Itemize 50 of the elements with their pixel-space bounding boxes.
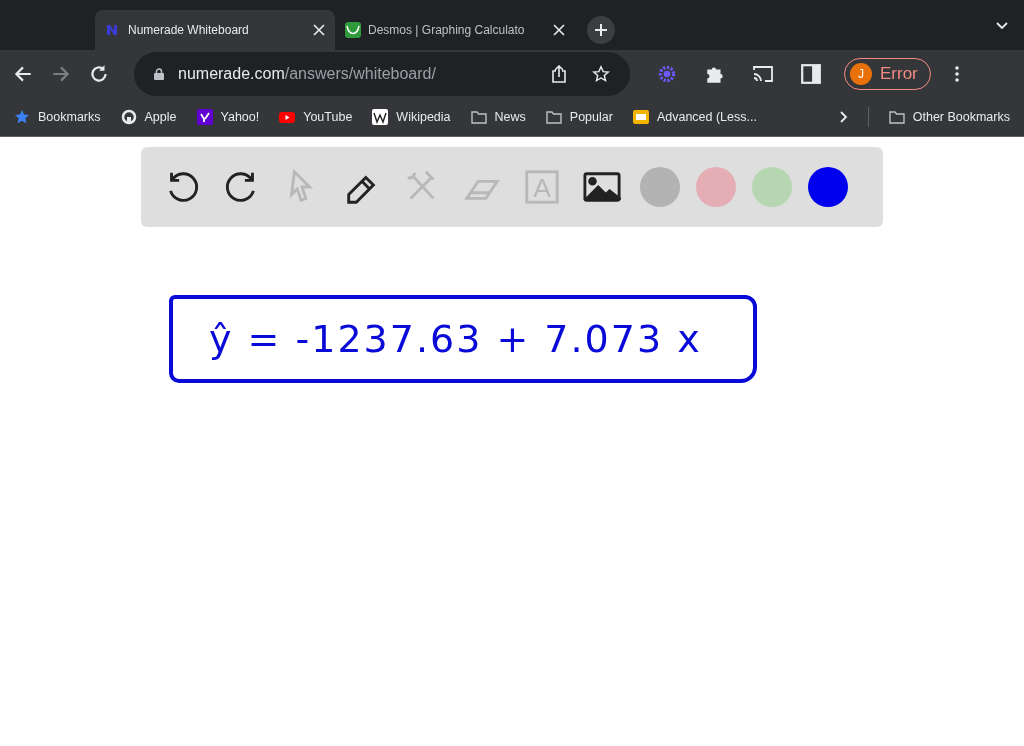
bookmark-label: Other Bookmarks xyxy=(912,109,1010,124)
chevron-down-icon[interactable] xyxy=(996,22,1008,30)
bookmark-label: Bookmarks xyxy=(38,109,101,124)
color-swatch[interactable] xyxy=(808,167,848,207)
bookmark-label: News xyxy=(494,109,526,124)
star-icon xyxy=(14,108,30,125)
folder-icon xyxy=(545,108,562,125)
bookmark-link[interactable]: Bookmarks xyxy=(14,108,101,125)
browser-tab[interactable]: Desmos | Graphing Calculato xyxy=(335,10,575,50)
side-panel-icon[interactable] xyxy=(800,62,822,85)
wikipedia-logo-icon xyxy=(372,108,389,125)
color-swatch[interactable] xyxy=(640,167,680,207)
close-icon[interactable] xyxy=(553,24,565,36)
globe-icon xyxy=(120,108,137,125)
address-bar[interactable]: numerade.com/answers/whiteboard/ xyxy=(134,51,630,96)
slides-icon xyxy=(632,108,649,125)
bookmark-label: Popular xyxy=(569,109,613,124)
color-swatch[interactable] xyxy=(696,167,736,207)
menu-icon[interactable] xyxy=(954,65,959,82)
new-tab-button[interactable] xyxy=(587,16,615,44)
folder-icon xyxy=(470,108,487,125)
bookmark-link[interactable]: Advanced (Less... xyxy=(632,108,757,125)
bookmark-label: Wikipedia xyxy=(396,109,451,124)
bookmark-folder[interactable]: Other Bookmarks xyxy=(888,108,1010,125)
bookmark-link[interactable]: YouTube xyxy=(279,108,353,125)
yahoo-logo-icon xyxy=(196,108,213,125)
color-swatch[interactable] xyxy=(752,167,792,207)
plus-icon xyxy=(594,23,608,37)
close-icon[interactable] xyxy=(313,24,325,36)
bookmark-label: YouTube xyxy=(303,109,353,124)
tab-title: Desmos | Graphing Calculato xyxy=(368,23,526,37)
desmos-logo-icon xyxy=(345,22,361,38)
chevron-right-icon[interactable] xyxy=(839,110,848,123)
bookmark-label: Advanced (Less... xyxy=(656,109,757,124)
bookmark-label: Yahoo! xyxy=(220,109,260,124)
bookmark-link[interactable]: Apple xyxy=(120,108,177,125)
reload-icon[interactable] xyxy=(88,62,110,85)
bookmark-link[interactable]: Yahoo! xyxy=(196,108,260,125)
tab-title: Numerade Whiteboard xyxy=(128,23,250,37)
bookmark-link[interactable]: News xyxy=(470,108,526,125)
lock-icon xyxy=(154,67,164,80)
star-icon[interactable] xyxy=(592,64,610,83)
folder-icon xyxy=(888,108,905,125)
bookmark-label: Apple xyxy=(144,109,177,124)
bookmark-link[interactable]: Popular xyxy=(545,108,613,125)
bookmark-link[interactable]: Wikipedia xyxy=(372,108,451,125)
url-text: numerade.com/answers/whiteboard/ xyxy=(178,64,436,83)
browser-tab[interactable]: Numerade Whiteboard xyxy=(95,10,335,50)
handwritten-equation: ŷ = -1237.63 + 7.073 x xyxy=(209,317,702,361)
share-icon[interactable] xyxy=(550,64,568,83)
